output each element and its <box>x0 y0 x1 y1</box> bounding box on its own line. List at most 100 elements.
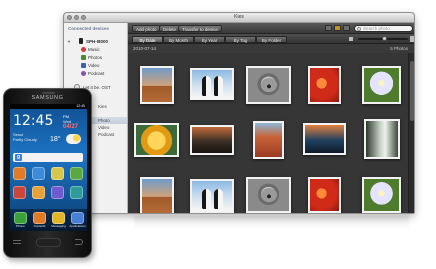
photo-thumbnail-tulips[interactable] <box>308 177 341 213</box>
sidebar-item-label: Photo <box>98 118 110 123</box>
partly-cloudy-icon <box>66 134 81 144</box>
photo-thumbnail-penguins[interactable] <box>190 179 234 213</box>
sidebar-item-label: Kies <box>98 104 107 109</box>
app-grid <box>13 167 84 199</box>
tab-by-month[interactable]: By Month <box>163 36 194 43</box>
phone-dock: Phone Contacts Messaging Applications <box>10 209 87 231</box>
app-icon[interactable] <box>51 167 64 180</box>
penguin-shape <box>214 189 223 209</box>
add-photo-button[interactable]: Add photo <box>132 25 161 32</box>
thumbnail-view-icon[interactable] <box>334 25 341 31</box>
photo-thumbnail-desert[interactable] <box>140 66 174 104</box>
list-view-icon[interactable] <box>325 25 332 31</box>
window-titlebar: Kies <box>64 13 414 23</box>
phone-brand-logo: SAMSUNG <box>31 95 64 101</box>
window-reflection <box>134 216 409 230</box>
penguin-shape <box>202 76 211 96</box>
phone-status-bar: 12:45 <box>10 104 87 109</box>
penguin-shape <box>202 189 211 209</box>
applications-icon[interactable] <box>71 212 84 224</box>
sidebar-item-label: Podcast <box>88 70 105 76</box>
earpiece <box>42 92 55 94</box>
koala-face-shape <box>260 78 277 92</box>
clock-date: 04/27 <box>63 124 79 130</box>
tab-by-year[interactable]: By Year <box>194 36 225 43</box>
sidebar-item-label: Podcast <box>98 132 115 137</box>
photo-thumbnail-hydrangea[interactable] <box>362 177 401 213</box>
date-group-header: 2010-07-14 5 Photos <box>128 44 414 53</box>
sidebar-device-label: SPH-I8000 <box>86 38 109 44</box>
photo-thumbnail-desert[interactable] <box>140 177 174 213</box>
disclosure-triangle-icon[interactable]: ▼ <box>67 39 73 44</box>
sidebar-item-label: Video <box>98 125 110 130</box>
dock-label: Messaging <box>51 224 66 228</box>
group-date: 2010-07-14 <box>133 46 157 51</box>
weather-location: Seoul Partly Cloudy <box>13 132 37 142</box>
photo-grid-scrollbar[interactable] <box>408 53 414 213</box>
menu-key-icon[interactable] <box>13 240 21 244</box>
dock-labels: Phone Contacts Messaging Applications <box>12 224 86 228</box>
app-icon[interactable] <box>32 186 45 199</box>
photo-thumbnail-hydrangea[interactable] <box>362 66 401 104</box>
thumbnail-size-slider[interactable] <box>358 36 408 41</box>
phone-app-icon[interactable] <box>14 212 27 224</box>
google-icon: g <box>15 154 22 161</box>
dock-label: Phone <box>16 224 25 228</box>
scrollbar-thumb[interactable] <box>410 61 414 121</box>
phone-icon <box>79 38 83 44</box>
tab-by-date[interactable]: By Date <box>132 36 163 43</box>
sidebar-item-music[interactable]: Music <box>64 45 127 53</box>
photo-thumbnail-tulips[interactable] <box>308 66 341 104</box>
photo-thumbnail-chrysanthemum[interactable] <box>134 123 179 157</box>
tab-by-folder[interactable]: By Folder <box>256 36 287 43</box>
app-icon[interactable] <box>32 167 45 180</box>
photo-thumbnail-koala[interactable] <box>246 66 291 104</box>
photo-grid <box>128 53 408 213</box>
music-icon <box>81 46 86 52</box>
photo-thumbnail-penguins[interactable] <box>190 68 234 100</box>
photo-thumbnail-jellyfish[interactable] <box>190 125 234 155</box>
zoom-out-icon[interactable] <box>349 37 353 41</box>
app-icon[interactable] <box>51 186 64 199</box>
messaging-app-icon[interactable] <box>52 212 65 224</box>
zoom-in-icon[interactable] <box>410 36 414 42</box>
window-title: Kies <box>234 14 244 20</box>
app-icon[interactable] <box>70 167 83 180</box>
photo-thumbnail-lighthouse[interactable] <box>303 123 346 155</box>
photo-thumbnail-koala[interactable] <box>246 177 291 213</box>
search-icon <box>357 27 361 31</box>
sidebar-item-label: Video <box>88 62 100 68</box>
app-icon[interactable] <box>13 167 26 180</box>
photo-thumbnail-office[interactable] <box>364 119 400 159</box>
tab-by-tag[interactable]: By Tag <box>225 36 256 43</box>
photo-thumbnail-canyon[interactable] <box>253 121 284 159</box>
delete-button[interactable]: Delete <box>159 25 181 32</box>
photos-icon <box>81 54 86 60</box>
home-button[interactable] <box>36 238 61 247</box>
dock-label: Contacts <box>33 224 46 228</box>
status-time: 12:45 <box>76 104 85 108</box>
sidebar-item-device[interactable]: ▼ SPH-I8000 <box>64 37 127 45</box>
slider-knob[interactable] <box>382 36 387 41</box>
detail-view-icon[interactable] <box>343 25 350 31</box>
dock-label: Applications <box>69 224 86 228</box>
phone-hardware-keys <box>4 236 91 250</box>
phone-screen: 12:45 12:45 PM Wed 04/27 Seoul Partly Cl… <box>10 104 87 231</box>
app-icon[interactable] <box>13 186 26 199</box>
search-input[interactable]: Search photo <box>354 25 413 32</box>
penguin-shape <box>214 76 223 96</box>
toolbar: Add photo Delete Transfer to device Sear… <box>128 23 414 34</box>
transfer-to-device-button[interactable]: Transfer to device <box>178 25 222 32</box>
view-mode-switcher <box>325 25 350 31</box>
back-key-icon[interactable] <box>75 239 83 245</box>
contacts-app-icon[interactable] <box>33 212 46 224</box>
sidebar-item-photos[interactable]: Photos <box>64 53 127 61</box>
samsung-phone: SAMSUNG 12:45 12:45 PM Wed 04/27 Seoul P… <box>3 88 92 258</box>
sidebar-item-podcast[interactable]: Podcast <box>64 69 127 77</box>
kies-window: Kies Connected devices ▼ SPH-I8000 Music… <box>63 12 415 214</box>
app-icon[interactable] <box>70 186 83 199</box>
weather-temperature: 18° <box>50 136 61 143</box>
google-search-widget[interactable]: g <box>13 153 83 162</box>
sidebar-item-video[interactable]: Video <box>64 61 127 69</box>
sidebar-item-label: Photos <box>88 54 103 60</box>
